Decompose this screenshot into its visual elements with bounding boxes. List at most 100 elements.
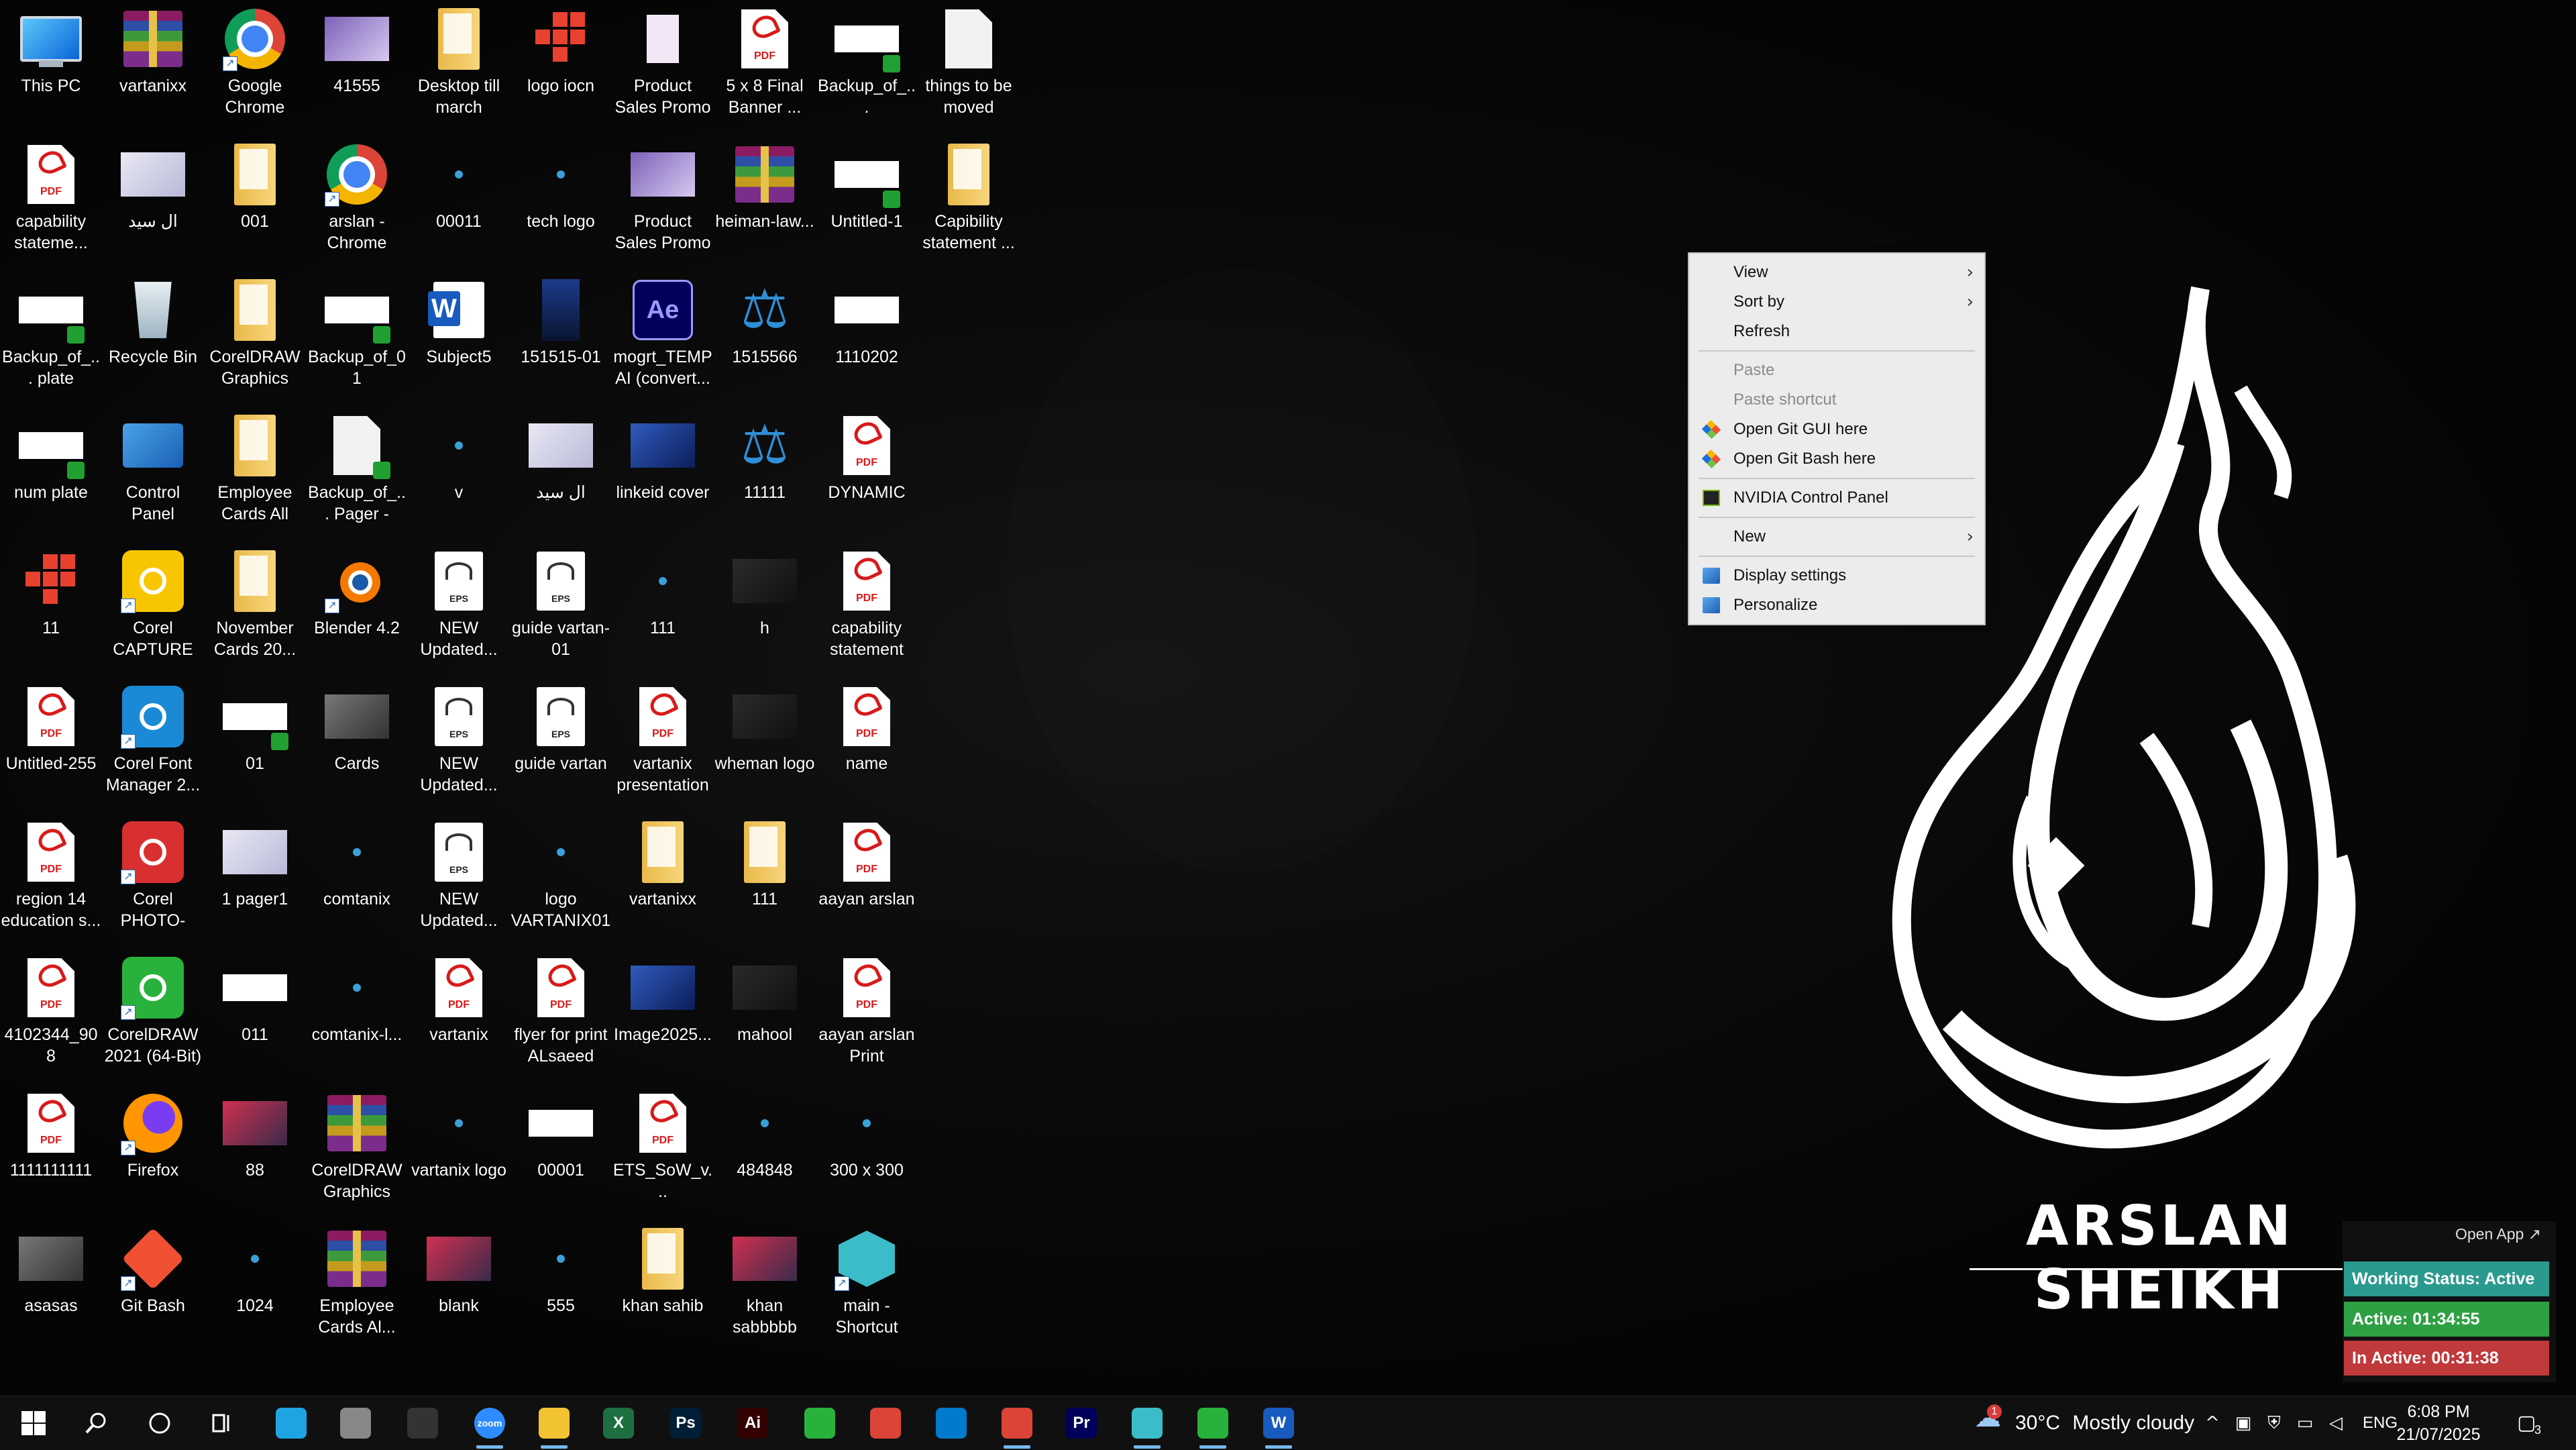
desktop-icon[interactable]: linkeid cover xyxy=(612,407,714,542)
desktop-icon[interactable]: PDF aayan arslan xyxy=(816,813,918,949)
chrome-taskbar-icon[interactable] xyxy=(865,1403,906,1443)
desktop-icon[interactable]: Product Sales Promo Pack... xyxy=(612,0,714,136)
desktop-icon[interactable]: asasas xyxy=(0,1220,102,1355)
desktop-icon[interactable]: PDF 4102344_908 xyxy=(0,949,102,1084)
desktop-icon[interactable]: ↗ CorelDRAW 2021 (64-Bit) xyxy=(102,949,204,1084)
desktop-icon[interactable]: 111 xyxy=(612,542,714,678)
desktop-icon[interactable]: 1024 xyxy=(204,1220,306,1355)
desktop-icon[interactable]: ال سید xyxy=(102,136,204,271)
pen-icon[interactable] xyxy=(335,1403,376,1443)
desktop-icon[interactable]: PDF flyer for print ALsaeed po... xyxy=(510,949,612,1084)
desktop-icon[interactable]: PDF aayan arslan Print xyxy=(816,949,918,1084)
desktop-icon[interactable]: vartanix logo xyxy=(408,1084,510,1220)
network-icon[interactable]: ▭ xyxy=(2296,1414,2314,1433)
desktop-icon[interactable]: PDF 5 x 8 Final Banner ... xyxy=(714,0,816,136)
illustrator-icon[interactable]: Ai xyxy=(733,1403,773,1443)
terminal-icon[interactable] xyxy=(402,1403,443,1443)
photoshop-icon[interactable]: Ps xyxy=(665,1403,706,1443)
open-app-link[interactable]: Open App ↗ xyxy=(2455,1225,2541,1243)
desktop-icon[interactable]: Image2025... xyxy=(612,949,714,1084)
menu-item-open-git-bash-here[interactable]: Open Git Bash here xyxy=(1689,444,1984,474)
file-explorer-icon[interactable] xyxy=(534,1403,574,1449)
menu-item-sort-by[interactable]: Sort by › xyxy=(1689,287,1984,317)
desktop-icon[interactable]: ↗ arslan - Chrome xyxy=(306,136,408,271)
cortana-icon[interactable] xyxy=(140,1403,180,1443)
desktop-icon[interactable]: Subject5 xyxy=(408,271,510,407)
zoom-icon[interactable]: zoom xyxy=(470,1403,510,1449)
desktop-icon[interactable]: Employee Cards All xyxy=(204,407,306,542)
desktop-icon[interactable]: ↗ Corel CAPTURE 2... xyxy=(102,542,204,678)
desktop-icon[interactable]: 300 x 300 xyxy=(816,1084,918,1220)
desktop-icon[interactable]: 001 xyxy=(204,136,306,271)
notification-center-icon[interactable]: ▢ xyxy=(2517,1413,2536,1433)
desktop-icon[interactable]: Employee Cards Al... xyxy=(306,1220,408,1355)
premiere-icon[interactable]: Pr xyxy=(1061,1403,1102,1443)
coreldraw-taskbar-icon[interactable] xyxy=(800,1403,840,1443)
desktop-icon[interactable]: Product Sales Promo Pack... xyxy=(612,136,714,271)
desktop-icon[interactable]: EPS guide vartan xyxy=(510,678,612,813)
excel-icon[interactable]: X xyxy=(598,1403,639,1443)
desktop-icon[interactable]: November Cards 20... xyxy=(204,542,306,678)
desktop-icon[interactable]: 151515-01 xyxy=(510,271,612,407)
chrome-profile-icon[interactable] xyxy=(997,1403,1037,1449)
desktop-icon[interactable]: Backup_of_... plate xyxy=(0,271,102,407)
desktop-icon[interactable]: num plate xyxy=(0,407,102,542)
desktop-icon[interactable]: blank xyxy=(408,1220,510,1355)
desktop-icon[interactable]: 88 xyxy=(204,1084,306,1220)
desktop-icon[interactable]: khan sahib xyxy=(612,1220,714,1355)
weather-widget[interactable]: 30°C Mostly cloudy xyxy=(2015,1396,2194,1450)
meet-now-icon[interactable]: ▣ xyxy=(2234,1414,2253,1433)
desktop-icon[interactable]: 00011 xyxy=(408,136,510,271)
desktop-icon[interactable]: logo iocn xyxy=(510,0,612,136)
desktop-icon[interactable]: 41555 xyxy=(306,0,408,136)
desktop-icon[interactable]: 011 xyxy=(204,949,306,1084)
desktop-icon[interactable]: comtanix xyxy=(306,813,408,949)
desktop-icon[interactable]: EPS NEW Updated... xyxy=(408,813,510,949)
desktop-icon[interactable]: Backup_of_01 xyxy=(306,271,408,407)
word-taskbar-icon[interactable]: W xyxy=(1258,1403,1299,1449)
edge-icon[interactable] xyxy=(271,1403,311,1443)
desktop-icon[interactable]: vartanixx xyxy=(102,0,204,136)
app-hex-icon[interactable] xyxy=(1127,1403,1167,1449)
desktop-icon[interactable]: ↗ Firefox xyxy=(102,1084,204,1220)
desktop-icon[interactable]: EPS guide vartan-01 xyxy=(510,542,612,678)
desktop-icon[interactable]: 00001 xyxy=(510,1084,612,1220)
desktop-icon[interactable]: PDF capability stateme... xyxy=(0,136,102,271)
menu-item-view[interactable]: View › xyxy=(1689,258,1984,287)
desktop-icon[interactable]: v xyxy=(408,407,510,542)
desktop-icon[interactable]: 484848 xyxy=(714,1084,816,1220)
coreldraw-active-icon[interactable] xyxy=(1193,1403,1233,1449)
desktop-icon[interactable]: Backup_of_... Pager - NY... xyxy=(306,407,408,542)
desktop-icon[interactable]: 1515566 xyxy=(714,271,816,407)
desktop-icon[interactable]: khan sabbbbb xyxy=(714,1220,816,1355)
desktop-icon[interactable]: h xyxy=(714,542,816,678)
desktop-icon[interactable]: 111 xyxy=(714,813,816,949)
desktop-icon[interactable]: Recycle Bin xyxy=(102,271,204,407)
desktop-icon[interactable]: Backup_of_... xyxy=(816,0,918,136)
desktop-icon[interactable]: Control Panel xyxy=(102,407,204,542)
desktop-icon[interactable]: PDF vartanix xyxy=(408,949,510,1084)
desktop-icon[interactable]: Desktop till march xyxy=(408,0,510,136)
desktop-icon[interactable]: ↗ Git Bash xyxy=(102,1220,204,1355)
clock[interactable]: 6:08 PM 21/07/2025 xyxy=(2388,1400,2489,1446)
desktop[interactable]: This PC vartanixx ↗ Google Chrome 41555 Deskt… xyxy=(0,0,2576,1396)
desktop-icon[interactable]: ال سید xyxy=(510,407,612,542)
desktop-icon[interactable]: Ae mogrt_TEMP AI (convert... xyxy=(612,271,714,407)
desktop-icon[interactable]: EPS NEW Updated... xyxy=(408,542,510,678)
desktop-icon[interactable]: Untitled-1 xyxy=(816,136,918,271)
menu-item-personalize[interactable]: Personalize xyxy=(1689,590,1984,620)
desktop-icon[interactable]: CorelDRAW Graphics Su... xyxy=(306,1084,408,1220)
desktop-icon[interactable]: PDF vartanix presentation xyxy=(612,678,714,813)
desktop-icon[interactable]: PDF 1111111111 xyxy=(0,1084,102,1220)
search-icon[interactable] xyxy=(76,1403,117,1443)
desktop-icon[interactable]: ↗ Google Chrome xyxy=(204,0,306,136)
desktop-icon[interactable]: 1110202 xyxy=(816,271,918,407)
task-view-icon[interactable] xyxy=(203,1403,243,1443)
menu-item-nvidia-control-panel[interactable]: NVIDIA Control Panel xyxy=(1689,483,1984,513)
desktop-icon[interactable]: Cards xyxy=(306,678,408,813)
desktop-icon[interactable]: Capibility statement ... xyxy=(918,136,1020,271)
menu-item-refresh[interactable]: Refresh xyxy=(1689,317,1984,346)
desktop-icon[interactable]: PDF name xyxy=(816,678,918,813)
desktop-icon[interactable]: EPS NEW Updated... xyxy=(408,678,510,813)
desktop-icon[interactable]: ↗ Blender 4.2 xyxy=(306,542,408,678)
